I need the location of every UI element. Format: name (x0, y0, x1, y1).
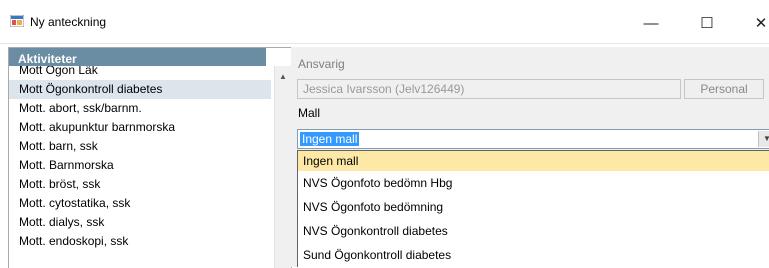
scroll-up-arrow-icon[interactable]: ▲ (275, 72, 291, 86)
list-item[interactable]: Mott. akupunktur barnmorska (9, 118, 271, 137)
minimize-button[interactable]: — (628, 8, 674, 38)
window-title: Ny anteckning (30, 15, 107, 29)
list-item[interactable]: Mott. abort, ssk/barnm. (9, 99, 271, 118)
list-item[interactable]: Mott. bröst, ssk (9, 175, 271, 194)
activities-panel: Mott Ögon Läk Mott Ögonkontroll diabetes… (8, 47, 292, 268)
dropdown-option[interactable]: NVS Ögonkontroll diabetes (298, 221, 769, 241)
dropdown-option-highlighted[interactable]: Ingen mall (298, 151, 769, 171)
activities-header: Aktiviteter (9, 48, 266, 66)
list-item[interactable]: Mott. cytostatika, ssk (9, 194, 271, 213)
mall-selected-value: Ingen mall (300, 132, 360, 146)
activities-header-label: Aktiviteter (18, 52, 77, 66)
mall-select[interactable]: Ingen mall ▼ (297, 129, 769, 149)
list-item[interactable]: Mott. endoskopi, ssk (9, 232, 271, 251)
ansvarig-label: Ansvarig (298, 57, 345, 71)
title-bar: Ny anteckning — ☐ ✕ (0, 0, 769, 44)
list-item[interactable]: Mott. barn, ssk (9, 137, 271, 156)
maximize-button[interactable]: ☐ (684, 8, 730, 38)
dropdown-option[interactable]: NVS Ögonfoto bedömning (298, 197, 769, 217)
close-button[interactable]: ✕ (738, 8, 769, 38)
dropdown-option[interactable]: Sund Ögonkontroll diabetes (298, 245, 769, 265)
chevron-down-icon[interactable]: ▼ (758, 131, 769, 147)
title-divider (0, 43, 769, 44)
app-icon (10, 15, 24, 27)
ansvarig-field: Jessica Ivarsson (Jelv126449) (297, 79, 681, 99)
mall-dropdown-list: Ingen mall NVS Ögonfoto bedömn Hbg NVS Ö… (297, 150, 769, 267)
mall-label: Mall (298, 106, 321, 120)
list-scrollbar[interactable]: ▲ (274, 66, 291, 268)
details-panel: Ansvarig Jessica Ivarsson (Jelv126449) P… (291, 47, 769, 267)
dropdown-option[interactable]: NVS Ögonfoto bedömn Hbg (298, 173, 769, 193)
list-item[interactable]: Mott. Barnmorska (9, 156, 271, 175)
list-item[interactable]: Mott. dialys, ssk (9, 213, 271, 232)
personal-button[interactable]: Personal (684, 79, 764, 99)
list-item-selected[interactable]: Mott Ögonkontroll diabetes (9, 80, 271, 99)
